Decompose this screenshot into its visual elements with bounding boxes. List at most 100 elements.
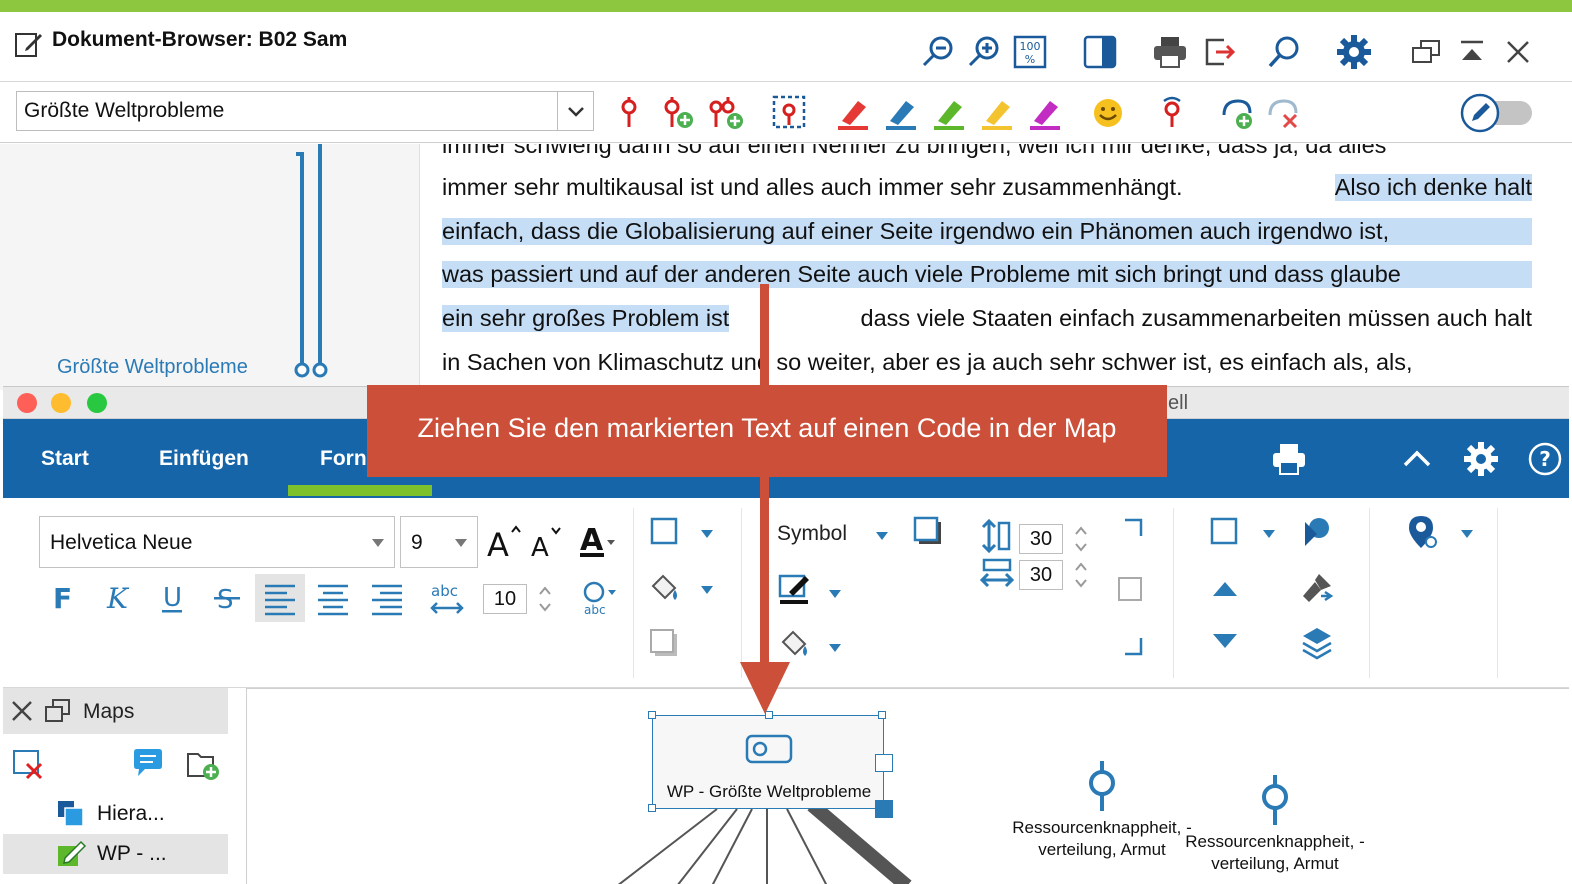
close-icon[interactable] <box>1500 34 1536 70</box>
width-input[interactable]: 30 <box>1019 560 1063 590</box>
collapse-icon[interactable] <box>1454 34 1490 70</box>
code-with-multiple-codes-icon[interactable] <box>706 93 746 133</box>
corner-top-right-icon[interactable] <box>1113 512 1149 548</box>
zoom-out-icon[interactable] <box>920 34 956 70</box>
code-node-icon[interactable] <box>1260 771 1290 827</box>
close-window-button[interactable] <box>17 393 37 413</box>
resize-handle[interactable] <box>878 711 886 719</box>
code-in-vivo-icon[interactable] <box>770 93 810 133</box>
zoom-in-icon[interactable] <box>966 34 1002 70</box>
underline-icon[interactable]: U <box>155 580 191 616</box>
font-size-select[interactable]: 9 <box>400 516 478 568</box>
undo-coding-icon[interactable] <box>1152 93 1192 133</box>
resize-handle[interactable] <box>648 711 656 719</box>
highlighter-yellow-icon[interactable] <box>978 93 1018 133</box>
reset-style-icon[interactable] <box>1299 514 1335 550</box>
checkbox-icon[interactable] <box>1113 572 1149 608</box>
undock-panel-icon[interactable] <box>43 696 73 726</box>
tab-start[interactable]: Start <box>41 447 89 471</box>
chevron-down-icon[interactable] <box>557 92 593 130</box>
caret-down-icon[interactable] <box>829 590 841 598</box>
height-icon[interactable] <box>979 518 1015 554</box>
width-icon[interactable] <box>979 556 1015 592</box>
list-item[interactable]: WP - ... <box>3 834 228 874</box>
italic-icon[interactable]: K <box>101 580 137 616</box>
connector-port[interactable] <box>875 754 893 772</box>
close-icon[interactable] <box>9 698 35 724</box>
height-input[interactable]: 30 <box>1019 524 1063 554</box>
export-icon[interactable] <box>1202 34 1238 70</box>
caret-down-icon[interactable] <box>1263 530 1275 538</box>
code-select-dropdown[interactable]: Größte Weltprobleme <box>16 91 594 131</box>
spacing-stepper-icon[interactable] <box>539 584 551 614</box>
width-stepper-icon[interactable] <box>1075 560 1087 590</box>
caret-down-icon[interactable] <box>1461 530 1473 538</box>
highlighter-red-icon[interactable] <box>834 93 874 133</box>
border-square-icon[interactable] <box>647 514 683 550</box>
code-with-new-code-icon[interactable] <box>658 93 698 133</box>
new-folder-icon[interactable] <box>185 746 221 782</box>
selected-text[interactable]: ein sehr großes Problem ist <box>442 305 730 332</box>
character-spacing-icon[interactable]: abc <box>429 580 465 616</box>
frame-square-icon[interactable] <box>1207 514 1243 550</box>
undock-window-icon[interactable] <box>1408 34 1444 70</box>
connector-port[interactable] <box>875 800 893 818</box>
list-item[interactable]: Hiera... <box>3 794 228 834</box>
minimize-window-button[interactable] <box>51 393 71 413</box>
caret-down-icon[interactable] <box>701 530 713 538</box>
memo-icon[interactable] <box>131 746 165 780</box>
shadow-icon[interactable] <box>647 626 683 662</box>
height-stepper-icon[interactable] <box>1075 524 1087 554</box>
increase-font-size-icon[interactable]: A <box>485 524 521 560</box>
corner-bottom-right-icon[interactable] <box>1113 628 1149 664</box>
highlighter-magenta-icon[interactable] <box>1026 93 1066 133</box>
selected-text[interactable]: was passiert und auf der anderen Seite a… <box>442 261 1532 288</box>
print-icon[interactable] <box>1271 441 1307 477</box>
settings-gear-icon[interactable] <box>1336 34 1372 70</box>
remove-link-icon[interactable] <box>1264 93 1304 133</box>
bring-forward-icon[interactable] <box>1207 570 1243 606</box>
send-backward-icon[interactable] <box>1207 624 1243 660</box>
code-node-icon[interactable] <box>1087 757 1117 813</box>
resize-handle[interactable] <box>648 804 656 812</box>
format-painter-icon[interactable] <box>1299 570 1335 606</box>
zoom-100-icon[interactable]: 100% <box>1012 34 1048 70</box>
map-canvas[interactable]: WP - Größte Weltprobleme Ressourcenknapp… <box>246 688 1569 884</box>
delete-map-icon[interactable] <box>11 746 45 780</box>
caret-down-icon[interactable] <box>701 586 713 594</box>
align-left-icon[interactable] <box>255 574 305 622</box>
sidebar-toggle-icon[interactable] <box>1082 34 1118 70</box>
spacing-input[interactable]: 10 <box>483 584 527 614</box>
fill-bucket-icon[interactable] <box>647 570 683 606</box>
font-family-select[interactable]: Helvetica Neue <box>39 516 395 568</box>
align-center-icon[interactable] <box>315 580 351 616</box>
decrease-font-size-icon[interactable]: A <box>529 524 565 560</box>
selected-text[interactable]: Also ich denke halt <box>1334 174 1532 201</box>
edit-mode-toggle[interactable] <box>1460 91 1536 135</box>
align-right-icon[interactable] <box>369 580 405 616</box>
search-icon[interactable] <box>1266 34 1302 70</box>
symbol-shadow-icon[interactable] <box>911 514 947 550</box>
highlighter-green-icon[interactable] <box>930 93 970 133</box>
caret-down-icon[interactable] <box>829 644 841 652</box>
maximize-window-button[interactable] <box>87 393 107 413</box>
print-icon[interactable] <box>1152 34 1188 70</box>
font-color-icon[interactable]: A <box>579 522 615 558</box>
selected-text[interactable]: einfach, dass die Globalisierung auf ein… <box>442 218 1532 245</box>
help-icon[interactable]: ? <box>1527 441 1563 477</box>
layers-icon[interactable] <box>1299 624 1335 660</box>
caret-down-icon[interactable] <box>876 532 888 540</box>
bold-icon[interactable]: F <box>47 580 83 616</box>
settings-gear-icon[interactable] <box>1463 441 1499 477</box>
emoticode-smiley-icon[interactable] <box>1088 93 1128 133</box>
map-code-node-selected[interactable]: WP - Größte Weltprobleme <box>648 711 893 818</box>
highlighter-blue-icon[interactable] <box>882 93 922 133</box>
tab-format[interactable]: Forn <box>320 447 367 471</box>
tab-einfuegen[interactable]: Einfügen <box>159 447 249 471</box>
text-shape-icon[interactable]: abc <box>581 580 617 616</box>
link-marker-icon[interactable] <box>1407 514 1443 550</box>
chevron-up-icon[interactable] <box>1399 441 1435 477</box>
strikethrough-icon[interactable]: S <box>209 580 245 616</box>
code-with-selected-code-icon[interactable] <box>610 93 650 133</box>
add-link-icon[interactable] <box>1218 93 1258 133</box>
